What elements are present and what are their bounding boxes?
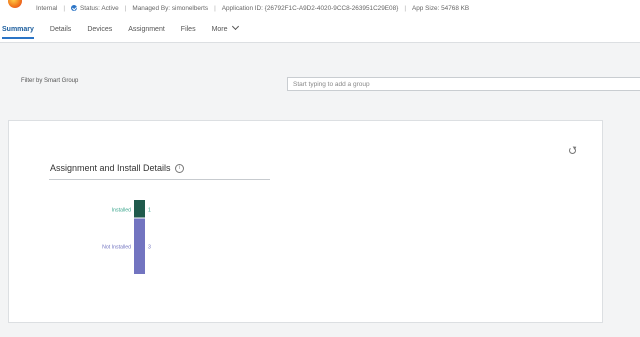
category-label: Installed (112, 207, 131, 213)
install-status-chart: Installed 1 Not Installed 3 (102, 200, 151, 275)
category-label: Not Installed (102, 244, 131, 250)
managed-by: Managed By: simonelberts (132, 4, 209, 12)
chevron-down-icon (231, 22, 239, 31)
bar-segment-installed[interactable] (134, 200, 145, 218)
assignment-install-card: Assignment and Install Details i Install… (8, 120, 603, 323)
tab-more[interactable]: More (212, 22, 239, 38)
tab-devices[interactable]: Devices (87, 24, 112, 38)
tab-summary[interactable]: Summary (2, 24, 34, 39)
tab-assignment[interactable]: Assignment (128, 24, 165, 38)
app-status: Status: Active (80, 4, 119, 12)
data-label: 1 (148, 207, 151, 213)
tab-details[interactable]: Details (50, 24, 71, 38)
tab-bar: Summary Details Devices Assignment Files… (0, 22, 254, 42)
app-type: Internal (36, 4, 58, 12)
app-logo-icon (8, 0, 22, 8)
app-size: App Size: 54768 KB (411, 4, 470, 12)
app-header: Internal | Status: Active | Managed By: … (0, 0, 640, 43)
filter-label: Filter by Smart Group (21, 78, 79, 84)
tab-files[interactable]: Files (181, 24, 196, 38)
bar-segment-not-installed[interactable] (134, 218, 145, 275)
app-meta-row: Internal | Status: Active | Managed By: … (36, 4, 470, 12)
data-label: 3 (148, 244, 151, 250)
status-check-icon (71, 5, 77, 11)
smart-group-search-input[interactable] (287, 77, 640, 91)
application-id: Application ID: {26792F1C-A9D2-4020-9CC8… (221, 4, 399, 12)
